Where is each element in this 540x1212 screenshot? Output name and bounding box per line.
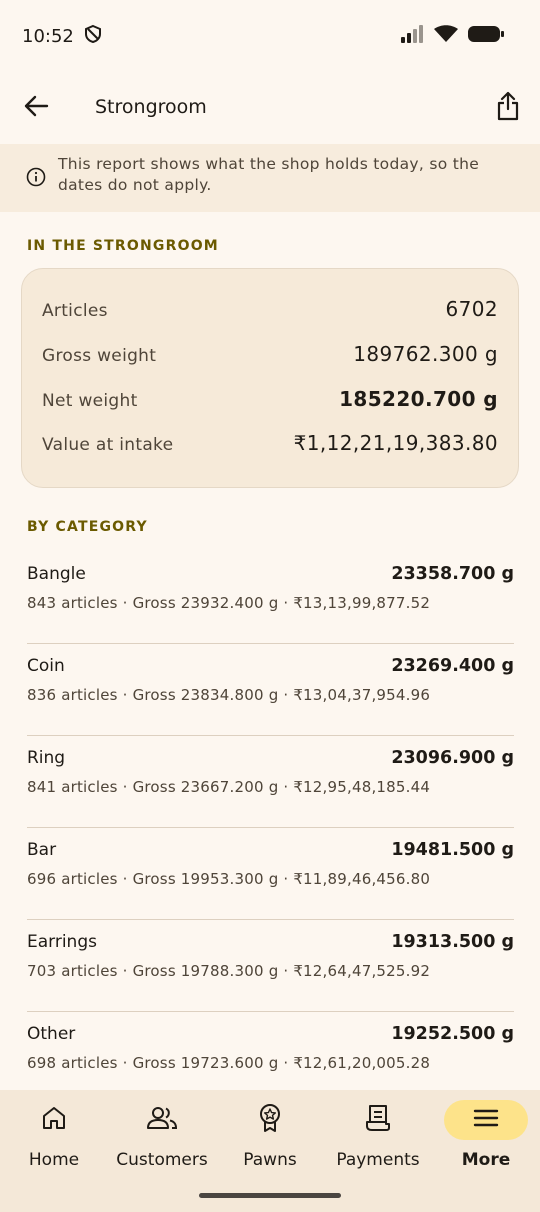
- gesture-handle[interactable]: [199, 1193, 341, 1198]
- summary-row-articles: Articles 6702: [42, 297, 498, 321]
- summary-row-value-at-intake: Value at intake ₹1,12,21,19,383.80: [42, 431, 498, 455]
- arrow-back-icon: [23, 95, 49, 121]
- summary-value: 185220.700 g: [339, 387, 498, 411]
- category-list: Bangle 23358.700 g 843 articles · Gross …: [27, 552, 514, 1104]
- category-net-weight: 19481.500 g: [391, 840, 514, 860]
- status-right: [400, 25, 504, 47]
- share-icon: [496, 91, 520, 125]
- category-name: Bangle: [27, 564, 86, 584]
- summary-label: Value at intake: [42, 435, 174, 455]
- category-net-weight: 23269.400 g: [391, 656, 514, 676]
- app-bar: Strongroom: [0, 72, 540, 144]
- category-name: Earrings: [27, 932, 97, 952]
- category-net-weight: 23096.900 g: [391, 748, 514, 768]
- category-net-weight: 19252.500 g: [391, 1024, 514, 1044]
- notice-text: This report shows what the shop holds to…: [58, 155, 480, 194]
- summary-label: Gross weight: [42, 346, 157, 366]
- category-net-weight: 23358.700 g: [391, 564, 514, 584]
- nav-label: Customers: [116, 1150, 208, 1170]
- summary-row-net-weight: Net weight 185220.700 g: [42, 387, 498, 411]
- nav-item-home[interactable]: Home: [0, 1098, 108, 1188]
- nav-pill: [12, 1100, 96, 1140]
- status-bar: 10:52: [0, 0, 540, 72]
- nav-pill: [120, 1100, 204, 1140]
- category-section-label: BY CATEGORY: [27, 519, 148, 535]
- strongroom-section-label: IN THE STRONGROOM: [27, 238, 219, 254]
- wifi-icon: [434, 25, 458, 47]
- nav-label: Pawns: [243, 1150, 297, 1170]
- info-icon: [26, 167, 46, 193]
- payments-icon: [365, 1104, 391, 1136]
- nav-label: More: [461, 1150, 511, 1170]
- shield-icon: [84, 24, 102, 49]
- signal-icon: [400, 25, 424, 47]
- category-item-coin[interactable]: Coin 23269.400 g 836 articles · Gross 23…: [27, 644, 514, 736]
- category-details: 843 articles · Gross 23932.400 g · ₹13,1…: [27, 594, 431, 612]
- category-name: Ring: [27, 748, 66, 768]
- page-title: Strongroom: [95, 96, 207, 118]
- category-item-ring[interactable]: Ring 23096.900 g 841 articles · Gross 23…: [27, 736, 514, 828]
- strongroom-summary-card: Articles 6702 Gross weight 189762.300 g …: [21, 268, 519, 488]
- category-name: Bar: [27, 840, 57, 860]
- share-button[interactable]: [490, 90, 526, 126]
- category-details: 698 articles · Gross 19723.600 g · ₹12,6…: [27, 1054, 431, 1072]
- nav-item-pawns[interactable]: Pawns: [216, 1098, 324, 1188]
- status-time: 10:52: [22, 25, 74, 47]
- nav-pill: [336, 1100, 420, 1140]
- summary-value: 6702: [445, 297, 498, 321]
- nav-pill: [228, 1100, 312, 1140]
- nav-item-more[interactable]: More: [432, 1098, 540, 1188]
- category-details: 703 articles · Gross 19788.300 g · ₹12,6…: [27, 962, 431, 980]
- back-button[interactable]: [18, 90, 54, 126]
- category-item-bar[interactable]: Bar 19481.500 g 696 articles · Gross 199…: [27, 828, 514, 920]
- status-left: 10:52: [22, 24, 102, 49]
- nav-item-customers[interactable]: Customers: [108, 1098, 216, 1188]
- battery-icon: [468, 25, 504, 47]
- category-item-earrings[interactable]: Earrings 19313.500 g 703 articles · Gros…: [27, 920, 514, 1012]
- nav-label: Home: [28, 1150, 80, 1170]
- nav-item-payments[interactable]: Payments: [324, 1098, 432, 1188]
- category-details: 836 articles · Gross 23834.800 g · ₹13,0…: [27, 686, 431, 704]
- pawns-icon: [257, 1103, 283, 1137]
- customers-icon: [146, 1105, 178, 1135]
- category-details: 696 articles · Gross 19953.300 g · ₹11,8…: [27, 870, 431, 888]
- menu-icon: [473, 1108, 499, 1132]
- category-name: Other: [27, 1024, 76, 1044]
- home-icon: [41, 1105, 67, 1135]
- summary-value: ₹1,12,21,19,383.80: [293, 431, 498, 455]
- nav-pill-active: [444, 1100, 528, 1140]
- summary-value: 189762.300 g: [353, 342, 498, 366]
- summary-row-gross-weight: Gross weight 189762.300 g: [42, 342, 498, 366]
- summary-label: Articles: [42, 301, 108, 321]
- category-name: Coin: [27, 656, 65, 676]
- info-notice: This report shows what the shop holds to…: [0, 144, 540, 212]
- summary-label: Net weight: [42, 391, 138, 411]
- category-item-bangle[interactable]: Bangle 23358.700 g 843 articles · Gross …: [27, 552, 514, 644]
- category-details: 841 articles · Gross 23667.200 g · ₹12,9…: [27, 778, 431, 796]
- nav-label: Payments: [336, 1150, 420, 1170]
- category-net-weight: 19313.500 g: [391, 932, 514, 952]
